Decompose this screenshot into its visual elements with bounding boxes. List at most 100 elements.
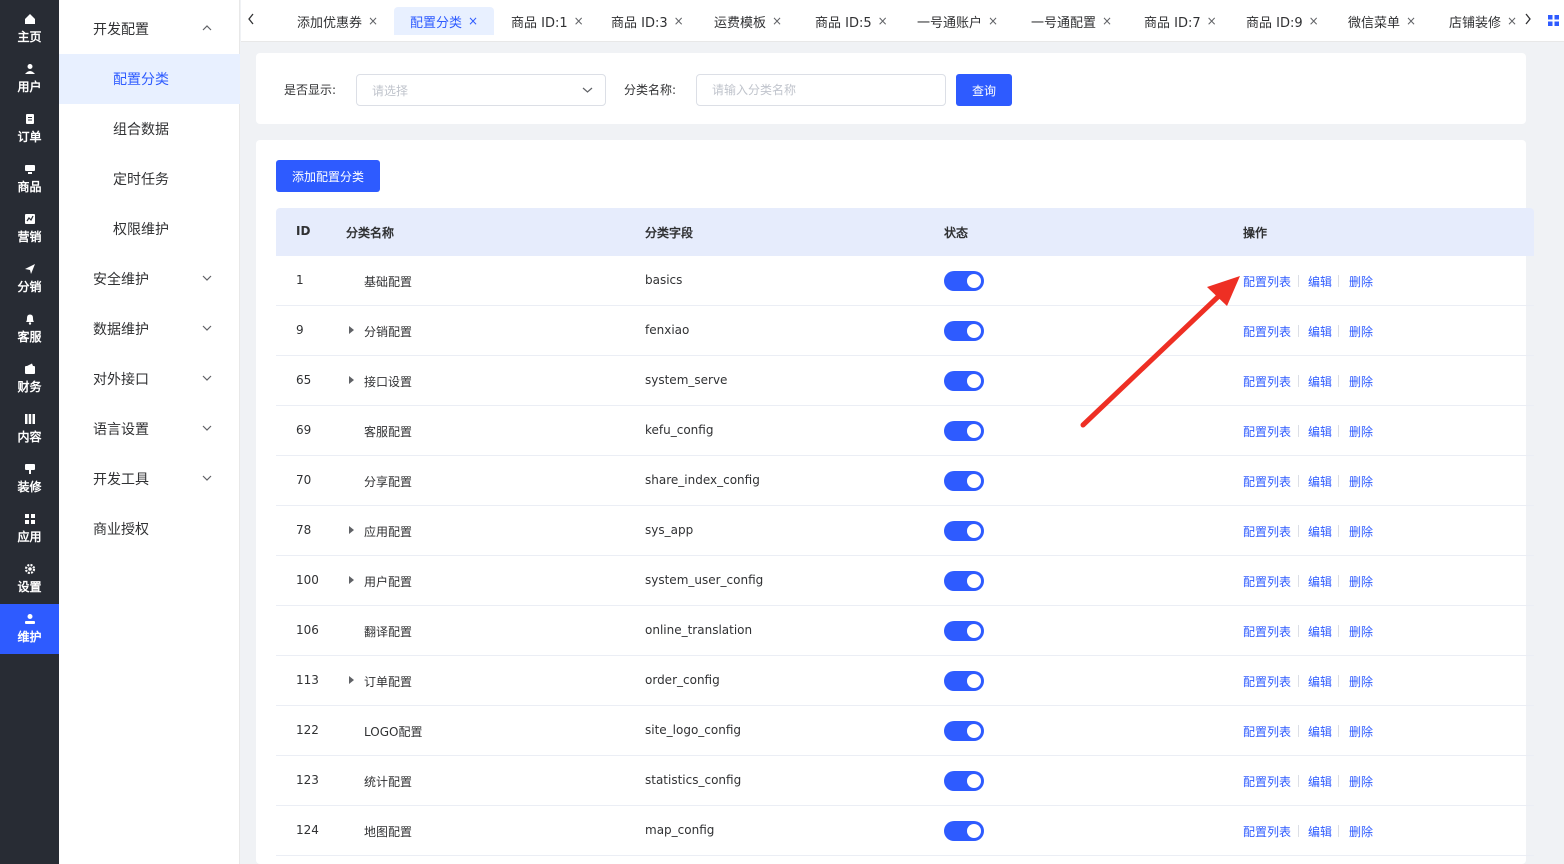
config-list-link[interactable]: 配置列表: [1243, 373, 1291, 390]
rail-item-content[interactable]: 内容: [0, 404, 59, 454]
rail-item-bell[interactable]: 客服: [0, 304, 59, 354]
submenu-group-dev-config[interactable]: 开发配置: [59, 4, 240, 54]
rail-item-order[interactable]: 订单: [0, 104, 59, 154]
tab-9[interactable]: 商品 ID:9 ×: [1246, 7, 1319, 35]
status-toggle[interactable]: [944, 821, 984, 841]
status-toggle[interactable]: [944, 771, 984, 791]
delete-link[interactable]: 删除: [1349, 323, 1373, 340]
grid-icon[interactable]: [1548, 15, 1559, 26]
submenu-item-combined-data[interactable]: 组合数据: [59, 104, 240, 154]
config-list-link[interactable]: 配置列表: [1243, 673, 1291, 690]
delete-link[interactable]: 删除: [1349, 473, 1373, 490]
status-toggle[interactable]: [944, 471, 984, 491]
tab-0[interactable]: 添加优惠券 ×: [297, 7, 378, 35]
close-icon[interactable]: ×: [1507, 14, 1517, 28]
delete-link[interactable]: 删除: [1349, 423, 1373, 440]
close-icon[interactable]: ×: [574, 14, 584, 28]
expand-arrow-icon[interactable]: [349, 326, 354, 334]
tab-7[interactable]: 一号通配置 ×: [1031, 7, 1112, 35]
edit-link[interactable]: 编辑: [1308, 423, 1332, 440]
delete-link[interactable]: 删除: [1349, 773, 1373, 790]
submenu-item-config-category[interactable]: 配置分类: [59, 54, 240, 104]
status-toggle[interactable]: [944, 571, 984, 591]
rail-item-distribution[interactable]: 分销: [0, 254, 59, 304]
close-icon[interactable]: ×: [368, 14, 378, 28]
edit-link[interactable]: 编辑: [1308, 623, 1332, 640]
edit-link[interactable]: 编辑: [1308, 473, 1332, 490]
status-toggle[interactable]: [944, 271, 984, 291]
status-toggle[interactable]: [944, 371, 984, 391]
config-list-link[interactable]: 配置列表: [1243, 823, 1291, 840]
config-list-link[interactable]: 配置列表: [1243, 573, 1291, 590]
delete-link[interactable]: 删除: [1349, 573, 1373, 590]
submenu-group-external-api[interactable]: 对外接口: [59, 354, 240, 404]
delete-link[interactable]: 删除: [1349, 623, 1373, 640]
rail-item-marketing[interactable]: 营销: [0, 204, 59, 254]
submenu-item-scheduled-tasks[interactable]: 定时任务: [59, 154, 240, 204]
rail-item-gear[interactable]: 设置: [0, 554, 59, 604]
chevron-right-icon[interactable]: [1523, 12, 1533, 26]
tab-2[interactable]: 商品 ID:1 ×: [511, 7, 584, 35]
status-toggle[interactable]: [944, 721, 984, 741]
config-list-link[interactable]: 配置列表: [1243, 623, 1291, 640]
edit-link[interactable]: 编辑: [1308, 373, 1332, 390]
rail-item-user[interactable]: 用户: [0, 54, 59, 104]
config-list-link[interactable]: 配置列表: [1243, 323, 1291, 340]
tab-4[interactable]: 运费模板 ×: [714, 7, 782, 35]
config-list-link[interactable]: 配置列表: [1243, 423, 1291, 440]
edit-link[interactable]: 编辑: [1308, 323, 1332, 340]
show-select[interactable]: 请选择: [356, 74, 606, 106]
expand-arrow-icon[interactable]: [349, 376, 354, 384]
submenu-group-data[interactable]: 数据维护: [59, 304, 240, 354]
edit-link[interactable]: 编辑: [1308, 723, 1332, 740]
tab-3[interactable]: 商品 ID:3 ×: [611, 7, 684, 35]
add-config-category-button[interactable]: 添加配置分类: [276, 160, 380, 192]
edit-link[interactable]: 编辑: [1308, 673, 1332, 690]
close-icon[interactable]: ×: [1207, 14, 1217, 28]
edit-link[interactable]: 编辑: [1308, 523, 1332, 540]
rail-item-wallet[interactable]: 财务: [0, 354, 59, 404]
status-toggle[interactable]: [944, 621, 984, 641]
close-icon[interactable]: ×: [1309, 14, 1319, 28]
tab-6[interactable]: 一号通账户 ×: [917, 7, 998, 35]
rail-item-maintenance[interactable]: 维护: [0, 604, 59, 654]
config-list-link[interactable]: 配置列表: [1243, 473, 1291, 490]
chevron-left-icon[interactable]: [246, 12, 256, 26]
delete-link[interactable]: 删除: [1349, 523, 1373, 540]
config-list-link[interactable]: 配置列表: [1243, 773, 1291, 790]
edit-link[interactable]: 编辑: [1308, 823, 1332, 840]
delete-link[interactable]: 删除: [1349, 823, 1373, 840]
edit-link[interactable]: 编辑: [1308, 773, 1332, 790]
rail-item-product[interactable]: 商品: [0, 154, 59, 204]
edit-link[interactable]: 编辑: [1308, 573, 1332, 590]
config-list-link[interactable]: 配置列表: [1243, 723, 1291, 740]
tab-11[interactable]: 店铺装修 ×: [1449, 7, 1517, 35]
submenu-item-permission-maintenance[interactable]: 权限维护: [59, 204, 240, 254]
expand-arrow-icon[interactable]: [349, 526, 354, 534]
tab-1[interactable]: 配置分类 ×: [394, 7, 495, 35]
status-toggle[interactable]: [944, 321, 984, 341]
delete-link[interactable]: 删除: [1349, 723, 1373, 740]
submenu-group-security[interactable]: 安全维护: [59, 254, 240, 304]
delete-link[interactable]: 删除: [1349, 673, 1373, 690]
rail-item-home[interactable]: 主页: [0, 4, 59, 54]
status-toggle[interactable]: [944, 671, 984, 691]
tab-5[interactable]: 商品 ID:5 ×: [815, 7, 888, 35]
submenu-group-language[interactable]: 语言设置: [59, 404, 240, 454]
delete-link[interactable]: 删除: [1349, 373, 1373, 390]
edit-link[interactable]: 编辑: [1308, 273, 1332, 290]
expand-arrow-icon[interactable]: [349, 676, 354, 684]
expand-arrow-icon[interactable]: [349, 576, 354, 584]
close-icon[interactable]: ×: [674, 14, 684, 28]
delete-link[interactable]: 删除: [1349, 273, 1373, 290]
tab-8[interactable]: 商品 ID:7 ×: [1144, 7, 1217, 35]
rail-item-apps[interactable]: 应用: [0, 504, 59, 554]
tab-10[interactable]: 微信菜单 ×: [1348, 7, 1416, 35]
config-list-link[interactable]: 配置列表: [1243, 523, 1291, 540]
status-toggle[interactable]: [944, 421, 984, 441]
rail-item-decoration[interactable]: 装修: [0, 454, 59, 504]
close-icon[interactable]: ×: [1406, 14, 1416, 28]
close-icon[interactable]: ×: [878, 14, 888, 28]
close-icon[interactable]: ×: [468, 14, 478, 28]
query-button[interactable]: 查询: [956, 74, 1012, 106]
